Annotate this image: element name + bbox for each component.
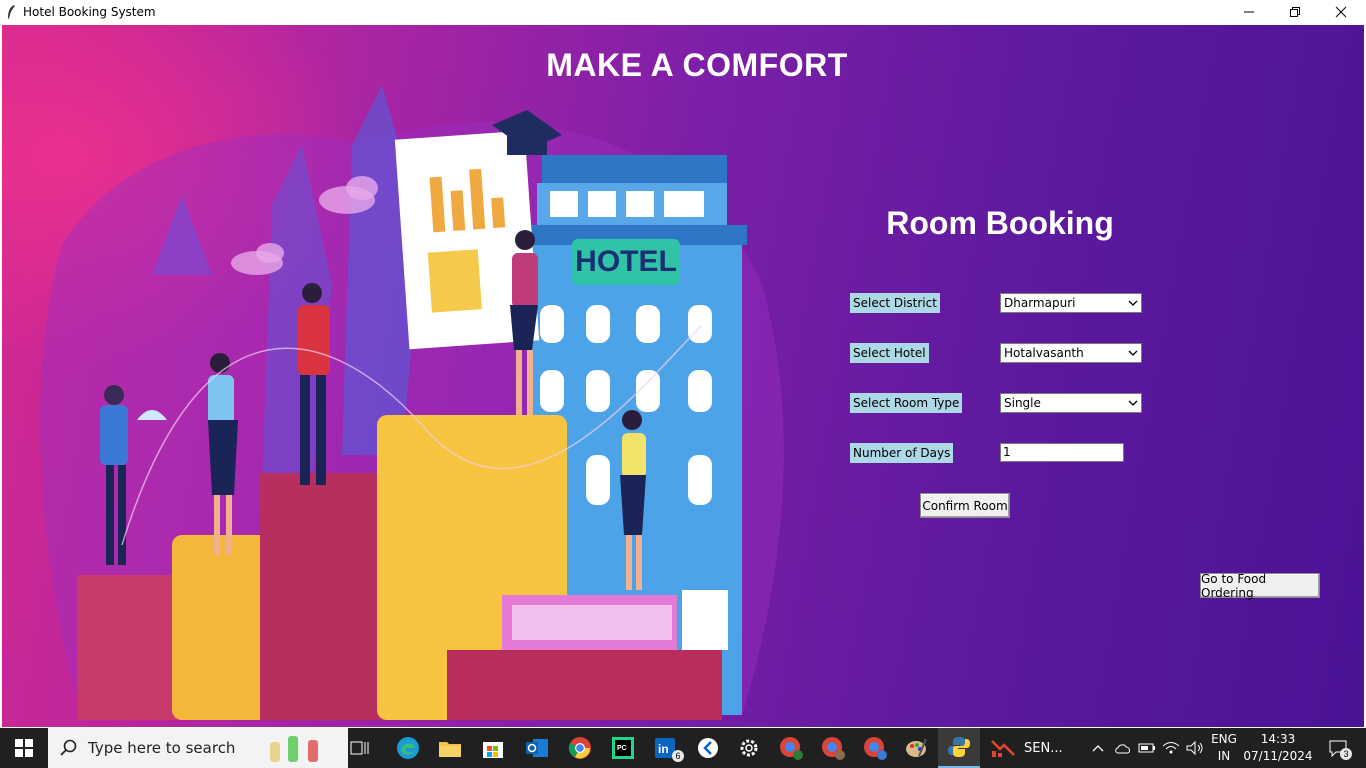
cloud-icon bbox=[1115, 744, 1130, 754]
taskbar-python[interactable] bbox=[938, 728, 980, 768]
district-label: Select District bbox=[850, 293, 940, 313]
notification-badge: 3 bbox=[1340, 748, 1352, 760]
outlook-icon bbox=[526, 739, 548, 757]
language-code: ENG bbox=[1211, 732, 1237, 746]
taskbar-search-box[interactable]: Type here to search bbox=[48, 728, 348, 768]
taskbar-kite[interactable] bbox=[688, 728, 728, 768]
days-label: Number of Days bbox=[850, 443, 954, 463]
window-title: Hotel Booking System bbox=[23, 5, 156, 19]
taskbar-chrome-profile-2[interactable] bbox=[812, 728, 854, 768]
taskbar-chrome-profile-3[interactable] bbox=[854, 728, 896, 768]
room-type-combobox[interactable]: Single bbox=[1000, 393, 1142, 413]
minimize-icon bbox=[1244, 11, 1254, 13]
taskbar: Type here to search PC in 6 SEN... ENG I… bbox=[0, 728, 1366, 768]
search-icon bbox=[60, 739, 77, 756]
language-indicator[interactable]: ENG IN bbox=[1206, 732, 1242, 763]
notification-center-button[interactable]: 3 bbox=[1318, 728, 1358, 768]
pycharm-icon: PC bbox=[612, 737, 634, 759]
battery-icon bbox=[1138, 743, 1155, 753]
close-button[interactable] bbox=[1318, 0, 1364, 24]
chrome-profile-icon bbox=[822, 737, 845, 760]
confirm-room-button[interactable]: Confirm Room bbox=[920, 493, 1010, 518]
clock-time: 14:33 bbox=[1260, 732, 1296, 746]
volume-tray[interactable] bbox=[1184, 728, 1206, 768]
app-heading: MAKE A COMFORT bbox=[546, 47, 848, 83]
window-titlebar: Hotel Booking System bbox=[0, 0, 1366, 24]
edge-icon bbox=[397, 737, 419, 759]
food-ordering-button[interactable]: Go to Food Ordering bbox=[1200, 572, 1320, 600]
hotel-illustration: HOTEL bbox=[40, 85, 784, 720]
search-placeholder: Type here to search bbox=[88, 739, 236, 757]
taskbar-store[interactable] bbox=[472, 728, 514, 768]
task-view-button[interactable] bbox=[340, 728, 380, 768]
taskbar-paint[interactable] bbox=[896, 728, 936, 768]
show-hidden-icons-button[interactable] bbox=[1088, 728, 1108, 768]
active-app-label: SEN... bbox=[1024, 740, 1063, 756]
hotel-sign-text: HOTEL bbox=[575, 245, 677, 278]
chevron-up-icon bbox=[1092, 745, 1104, 752]
language-region: IN bbox=[1217, 749, 1231, 763]
room-booking-title: Room Booking bbox=[886, 205, 1114, 241]
battery-tray[interactable] bbox=[1136, 728, 1158, 768]
task-view-icon bbox=[350, 741, 369, 755]
restore-icon bbox=[1290, 7, 1300, 17]
chart-app-icon bbox=[991, 740, 1015, 757]
hotel-combobox[interactable]: Hotalvasanth bbox=[1000, 343, 1142, 363]
district-value: Dharmapuri bbox=[1004, 296, 1076, 310]
paint-palette-icon bbox=[906, 738, 927, 757]
chevron-down-icon[interactable] bbox=[1125, 394, 1141, 412]
kite-icon bbox=[698, 738, 718, 758]
taskbar-edge[interactable] bbox=[388, 728, 428, 768]
chevron-down-icon[interactable] bbox=[1125, 294, 1141, 312]
room-type-label: Select Room Type bbox=[850, 393, 963, 413]
minimize-button[interactable] bbox=[1226, 0, 1272, 24]
taskbar-linkedin[interactable]: in 6 bbox=[645, 728, 687, 768]
speaker-icon bbox=[1186, 741, 1203, 755]
app-feather-icon bbox=[8, 5, 15, 19]
folder-icon bbox=[439, 742, 461, 757]
booking-canvas: HOTEL MAKE A COMFORT Room Booking Select… bbox=[2, 25, 1364, 727]
taskbar-file-explorer[interactable] bbox=[430, 728, 470, 768]
linkedin-badge: 6 bbox=[672, 750, 684, 762]
search-highlight-icon bbox=[270, 736, 318, 762]
wifi-icon bbox=[1162, 742, 1180, 754]
taskbar-chrome-profile-1[interactable] bbox=[770, 728, 812, 768]
svg-text:PC: PC bbox=[617, 745, 627, 752]
room-type-value: Single bbox=[1004, 396, 1041, 410]
hotel-value: Hotalvasanth bbox=[1004, 346, 1084, 360]
taskbar-pycharm[interactable]: PC bbox=[602, 728, 644, 768]
taskbar-settings[interactable] bbox=[729, 728, 769, 768]
chrome-profile-icon bbox=[864, 737, 887, 760]
start-button[interactable] bbox=[0, 728, 48, 768]
clock[interactable]: 14:33 07/11/2024 bbox=[1242, 732, 1314, 763]
district-combobox[interactable]: Dharmapuri bbox=[1000, 293, 1142, 313]
svg-text:in: in bbox=[658, 742, 669, 756]
onedrive-tray[interactable] bbox=[1112, 728, 1134, 768]
wifi-tray[interactable] bbox=[1160, 728, 1182, 768]
taskbar-chrome[interactable] bbox=[559, 728, 601, 768]
windows-logo-icon bbox=[15, 739, 33, 757]
restore-button[interactable] bbox=[1272, 0, 1318, 24]
chrome-profile-icon bbox=[780, 737, 803, 760]
days-value: 1 bbox=[1003, 445, 1011, 459]
days-input[interactable]: 1 bbox=[1000, 443, 1124, 462]
close-icon bbox=[1335, 6, 1347, 18]
chrome-icon bbox=[568, 737, 591, 759]
taskbar-active-app[interactable]: SEN... bbox=[990, 728, 1080, 768]
taskbar-outlook[interactable] bbox=[516, 728, 558, 768]
python-icon bbox=[948, 737, 970, 757]
hotel-label: Select Hotel bbox=[850, 343, 929, 363]
clock-date: 07/11/2024 bbox=[1243, 749, 1313, 763]
chevron-down-icon[interactable] bbox=[1125, 344, 1141, 362]
gear-icon bbox=[740, 739, 758, 757]
store-icon bbox=[483, 742, 503, 758]
